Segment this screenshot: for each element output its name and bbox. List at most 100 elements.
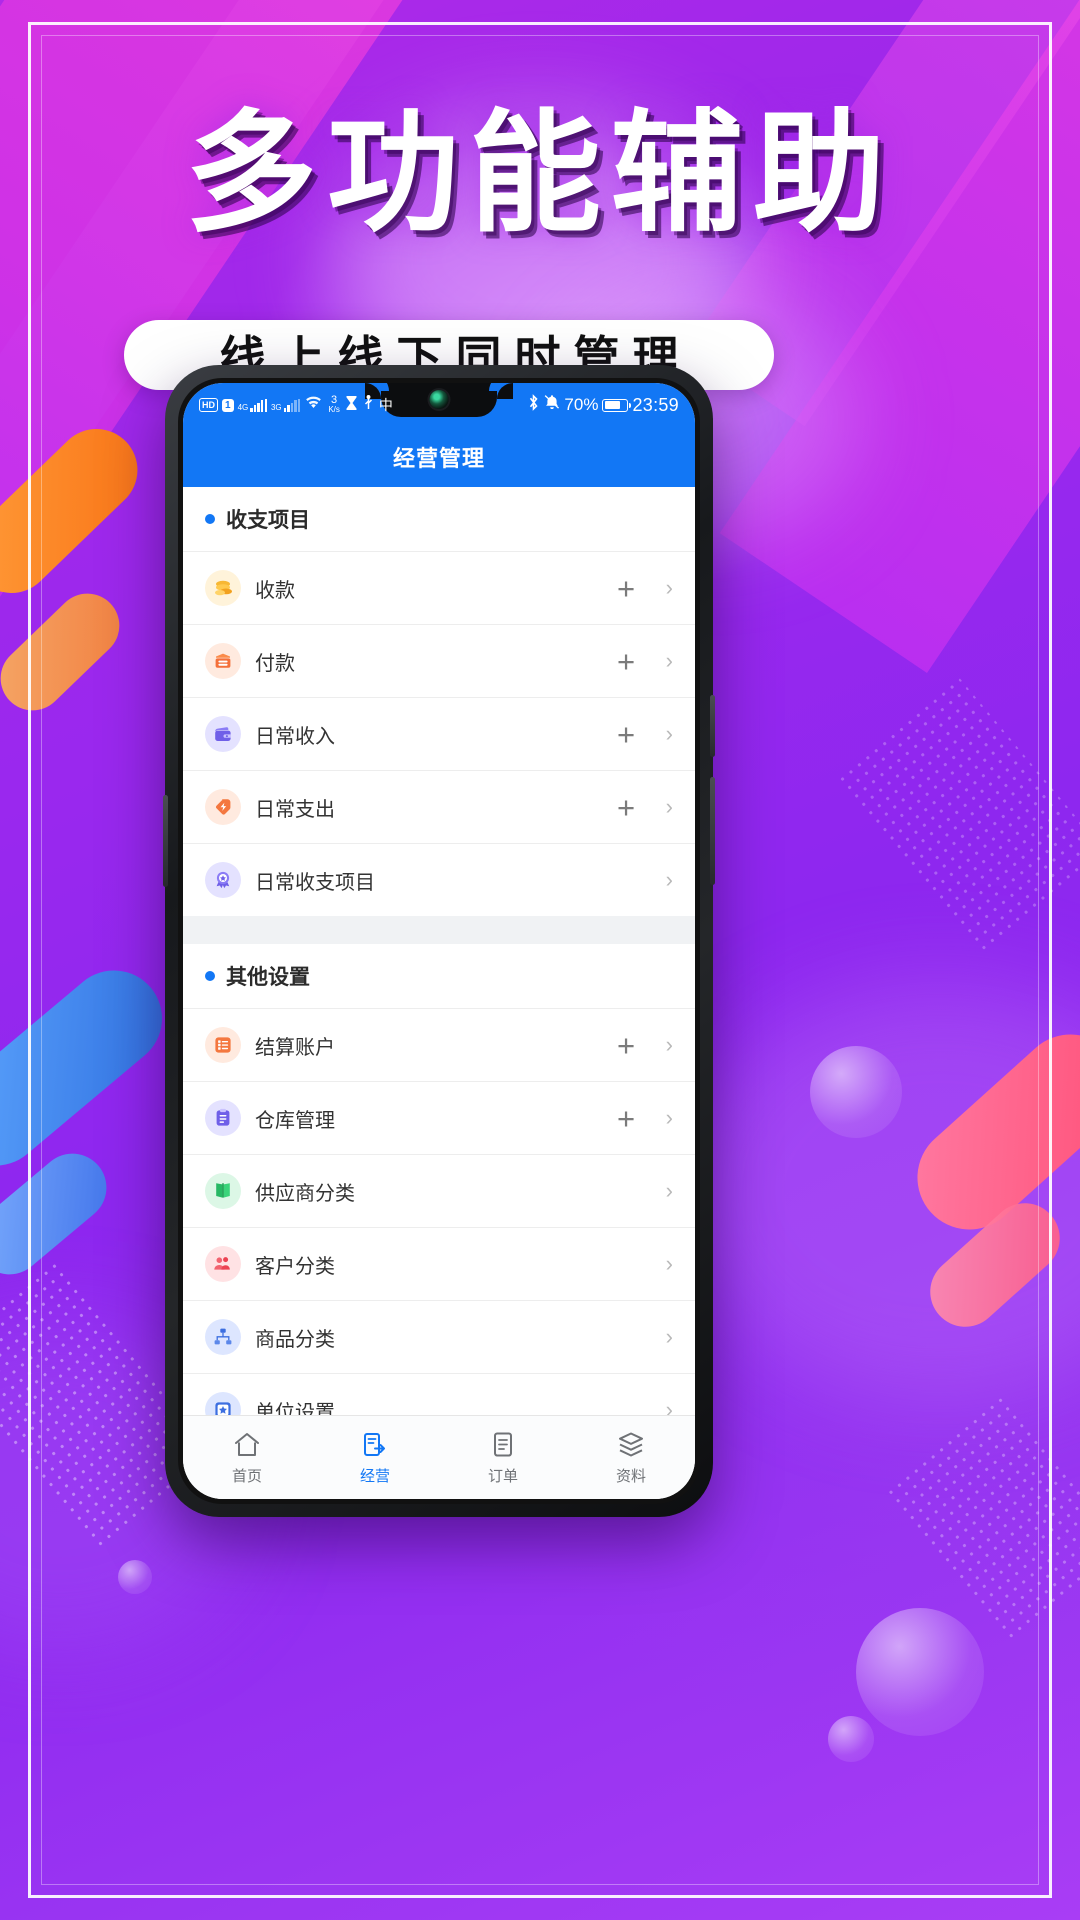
nav-item-layers[interactable]: 资料 bbox=[567, 1416, 695, 1499]
list-item[interactable]: 结算账户 + › bbox=[183, 1008, 695, 1081]
phone-bezel: HD 1 4G 3G 3 K/s 中 70% 23:59 经营管理 收支项目 收… bbox=[178, 378, 700, 1504]
list-item-label: 日常收入 bbox=[255, 725, 335, 748]
signal-bars-icon bbox=[250, 398, 267, 412]
decor-bubble bbox=[828, 1716, 874, 1762]
list-item[interactable]: 日常收入 + › bbox=[183, 697, 695, 770]
input-method-icon: 中 bbox=[378, 397, 393, 413]
phone-screen: HD 1 4G 3G 3 K/s 中 70% 23:59 经营管理 收支项目 收… bbox=[183, 383, 695, 1499]
nav-item-business[interactable]: 经营 bbox=[311, 1416, 439, 1499]
signal-4g-icon: 4G bbox=[237, 398, 267, 412]
section-bullet-icon bbox=[205, 514, 215, 524]
medal-icon bbox=[205, 862, 241, 898]
chevron-right-icon: › bbox=[665, 1105, 673, 1130]
mute-bell-icon bbox=[544, 394, 560, 416]
bluetooth-icon bbox=[527, 394, 540, 416]
add-button[interactable]: + bbox=[609, 1030, 643, 1061]
battery-percent-label: 70% bbox=[564, 395, 599, 414]
list-item[interactable]: 仓库管理 + › bbox=[183, 1081, 695, 1154]
signal-3g-icon: 3G bbox=[270, 398, 301, 412]
nav-item-home[interactable]: 首页 bbox=[183, 1416, 311, 1499]
list-item[interactable]: 日常支出 + › bbox=[183, 770, 695, 843]
phone-side-button-right-bottom bbox=[710, 777, 715, 885]
nav-item-label: 订单 bbox=[487, 1468, 518, 1485]
add-button[interactable]: + bbox=[609, 1103, 643, 1134]
decor-pill-blue bbox=[0, 950, 182, 1186]
app-bar: 经营管理 bbox=[183, 427, 695, 487]
chevron-right-icon: › bbox=[665, 648, 673, 673]
list-item-label: 日常支出 bbox=[255, 798, 335, 821]
list-item-label: 付款 bbox=[255, 652, 295, 675]
phone-mockup: HD 1 4G 3G 3 K/s 中 70% 23:59 经营管理 收支项目 收… bbox=[163, 365, 715, 1517]
phone-side-button-right-top bbox=[710, 695, 715, 757]
nav-item-label: 经营 bbox=[359, 1468, 390, 1485]
list-item-label: 商品分类 bbox=[255, 1328, 335, 1351]
hd-icon: HD bbox=[199, 398, 218, 412]
list-item-label: 客户分类 bbox=[255, 1255, 335, 1278]
hourglass-icon bbox=[345, 395, 358, 416]
users-icon bbox=[205, 1246, 241, 1282]
nav-item-label: 资料 bbox=[615, 1468, 646, 1485]
chevron-right-icon: › bbox=[665, 1251, 673, 1276]
list-item-label: 供应商分类 bbox=[255, 1182, 355, 1205]
add-button[interactable]: + bbox=[609, 792, 643, 823]
decor-pill-blue bbox=[0, 1139, 121, 1289]
chevron-right-icon: › bbox=[665, 1178, 673, 1203]
chevron-right-icon: › bbox=[665, 1032, 673, 1057]
wifi-icon bbox=[304, 395, 323, 415]
section-title: 收支项目 bbox=[226, 509, 310, 532]
settings-list[interactable]: 收支项目收款+›付款+›日常收入+›日常支出+›日常收支项目+›其他设置结算账户… bbox=[183, 487, 695, 1415]
list-item[interactable]: 日常收支项目+› bbox=[183, 843, 695, 916]
add-button[interactable]: + bbox=[609, 719, 643, 750]
section-header: 收支项目 bbox=[183, 487, 695, 551]
network-speed-value: 3 bbox=[331, 394, 338, 406]
order-icon bbox=[489, 1429, 517, 1459]
network-speed-unit: K/s bbox=[328, 405, 340, 414]
bottom-navigation[interactable]: 首页 经营 订单 资料 bbox=[183, 1415, 695, 1499]
section-bullet-icon bbox=[205, 971, 215, 981]
list-item[interactable]: 单位设置+› bbox=[183, 1373, 695, 1415]
decor-bubble bbox=[856, 1608, 984, 1736]
network-type-label: 4G bbox=[237, 402, 249, 412]
chevron-right-icon: › bbox=[665, 1397, 673, 1416]
list-item-label: 单位设置 bbox=[255, 1401, 335, 1416]
list-item[interactable]: 供应商分类+› bbox=[183, 1154, 695, 1227]
list-item[interactable]: 商品分类+› bbox=[183, 1300, 695, 1373]
business-icon bbox=[361, 1429, 389, 1459]
status-bar-left: HD 1 4G 3G 3 K/s 中 bbox=[199, 395, 393, 416]
cashbox-icon bbox=[205, 643, 241, 679]
nav-item-order[interactable]: 订单 bbox=[439, 1416, 567, 1499]
decor-bubble bbox=[810, 1046, 902, 1138]
nav-item-label: 首页 bbox=[231, 1468, 262, 1485]
network-type-label: 3G bbox=[270, 402, 282, 412]
list-icon bbox=[205, 1027, 241, 1063]
signal-bars-icon bbox=[283, 398, 301, 412]
usb-icon bbox=[362, 394, 375, 416]
list-item-label: 日常收支项目 bbox=[255, 871, 375, 894]
section-title: 其他设置 bbox=[226, 966, 310, 989]
star-badge-icon bbox=[205, 1392, 241, 1415]
status-bar-right: 70% 23:59 bbox=[527, 394, 679, 416]
list-item-label: 仓库管理 bbox=[255, 1109, 335, 1132]
add-button[interactable]: + bbox=[609, 646, 643, 677]
decor-bubble bbox=[118, 1560, 152, 1594]
decor-pill-orange bbox=[0, 580, 133, 724]
section-header: 其他设置 bbox=[183, 944, 695, 1008]
sitemap-icon bbox=[205, 1319, 241, 1355]
layers-icon bbox=[617, 1429, 645, 1459]
chevron-right-icon: › bbox=[665, 1324, 673, 1349]
list-item[interactable]: 付款 + › bbox=[183, 624, 695, 697]
home-icon bbox=[233, 1429, 261, 1459]
add-button[interactable]: + bbox=[609, 573, 643, 604]
battery-icon bbox=[602, 398, 632, 412]
decor-dot-pattern bbox=[834, 675, 1080, 955]
phone-side-button-left bbox=[163, 795, 168, 887]
section-divider bbox=[183, 916, 695, 944]
chevron-right-icon: › bbox=[665, 867, 673, 892]
wallet-icon bbox=[205, 716, 241, 752]
list-item[interactable]: 客户分类+› bbox=[183, 1227, 695, 1300]
book-icon bbox=[205, 1173, 241, 1209]
promo-headline: 多功能辅助 bbox=[185, 96, 895, 251]
list-item-label: 结算账户 bbox=[255, 1036, 335, 1059]
list-item[interactable]: 收款 + › bbox=[183, 551, 695, 624]
clock-label: 23:59 bbox=[632, 394, 679, 415]
